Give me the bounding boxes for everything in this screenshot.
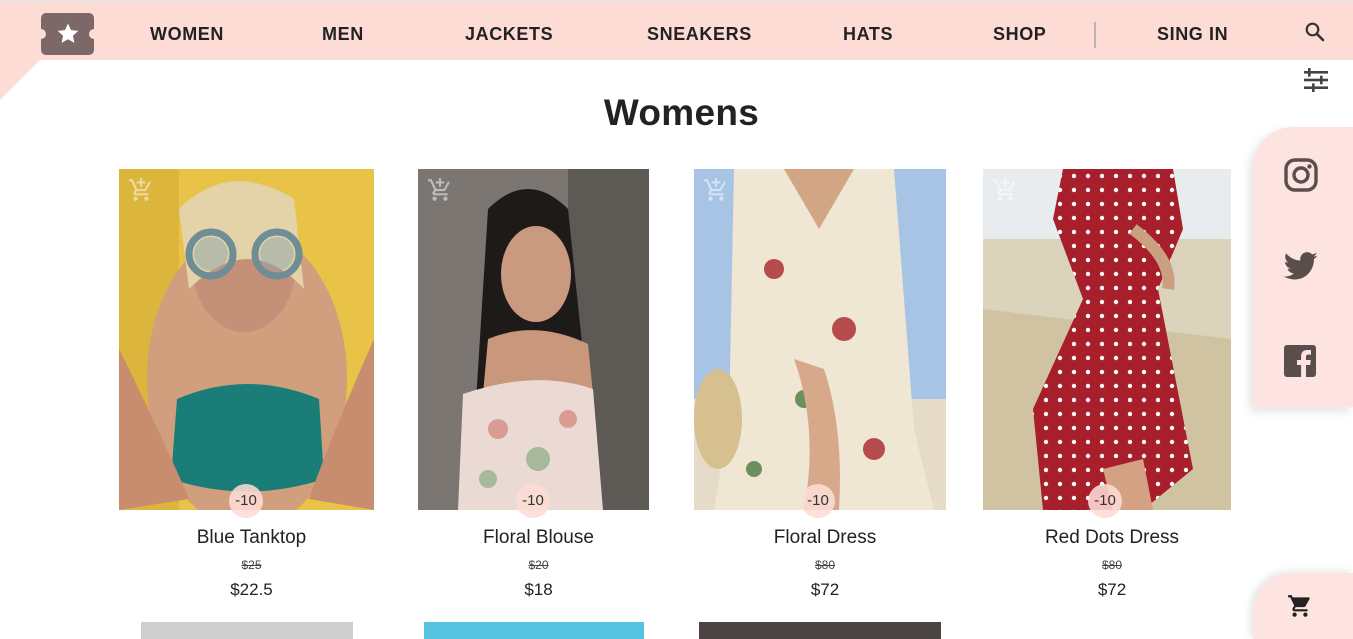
sale-price: $72 — [1097, 580, 1127, 599]
original-price: $80 — [1101, 558, 1123, 572]
social-sidebar — [1253, 127, 1353, 407]
sale-price: $22.5 — [230, 580, 273, 599]
add-to-cart-icon[interactable] — [426, 177, 454, 203]
original-price: $25 — [241, 558, 262, 572]
shopping-cart-icon — [1288, 595, 1310, 617]
nav-men[interactable]: MEN — [322, 24, 364, 46]
instagram-icon[interactable] — [1283, 157, 1319, 198]
product-name[interactable]: Red Dots Dress — [983, 527, 1241, 549]
nav-jackets[interactable]: JACKETS — [465, 24, 553, 46]
add-to-cart-icon[interactable] — [127, 177, 155, 203]
nav-sneakers[interactable]: SNEAKERS — [647, 24, 752, 46]
product-image[interactable] — [418, 169, 649, 510]
original-price: $20 — [528, 558, 549, 572]
nav-divider — [1094, 22, 1096, 48]
top-navbar: WOMEN MEN JACKETS SNEAKERS HATS SHOP SIN… — [0, 2, 1353, 60]
discount-badge: -10 — [801, 484, 835, 518]
facebook-icon[interactable] — [1283, 344, 1317, 383]
discount-badge: -10 — [1088, 484, 1122, 518]
original-price: $80 — [814, 558, 836, 572]
floating-cart[interactable] — [1253, 573, 1353, 639]
sale-price: $72 — [810, 580, 840, 599]
product-image[interactable] — [694, 169, 946, 510]
product-image-next-row[interactable] — [141, 622, 353, 639]
product-image[interactable] — [983, 169, 1231, 510]
discount-badge: -10 — [229, 484, 263, 518]
product-image[interactable] — [119, 169, 374, 510]
discount-badge: -10 — [516, 484, 550, 518]
nav-hats[interactable]: HATS — [843, 24, 893, 46]
page-title: Womens — [603, 92, 760, 133]
search-icon[interactable] — [1303, 20, 1327, 49]
product-name[interactable]: Floral Blouse — [418, 527, 659, 549]
sale-price: $18 — [524, 580, 553, 599]
product-image-next-row[interactable] — [424, 622, 644, 639]
nav-shop[interactable]: SHOP — [993, 24, 1046, 46]
product-name[interactable]: Blue Tanktop — [119, 527, 384, 549]
add-to-cart-icon[interactable] — [991, 177, 1019, 203]
product-name[interactable]: Floral Dress — [694, 527, 956, 549]
add-to-cart-icon[interactable] — [702, 177, 730, 203]
star-ticket-logo[interactable] — [36, 13, 99, 55]
product-image-next-row[interactable] — [699, 622, 941, 639]
sign-in-link[interactable]: SING IN — [1157, 24, 1228, 46]
nav-women[interactable]: WOMEN — [150, 24, 224, 46]
twitter-icon[interactable] — [1283, 251, 1319, 288]
